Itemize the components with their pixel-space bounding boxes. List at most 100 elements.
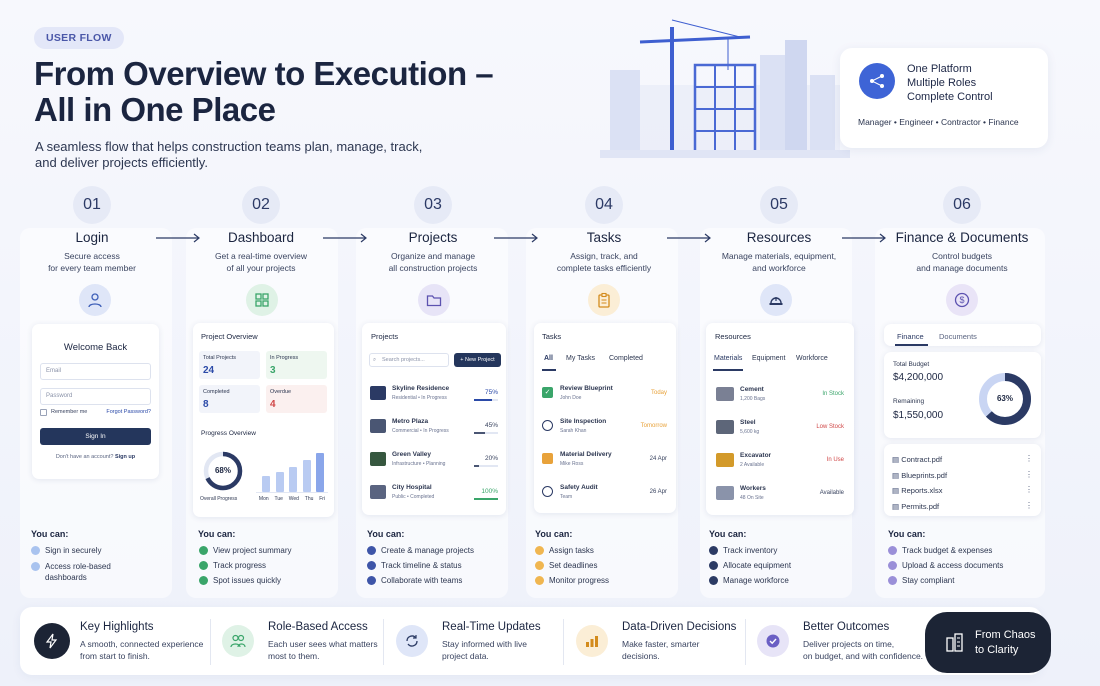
step-desc-projects: Organize and manage all construction proj… — [388, 251, 478, 273]
stat-total: Total Projects 24 — [199, 351, 260, 379]
step-number-4: 04 — [585, 186, 623, 224]
check-icon — [709, 561, 718, 570]
building-icon — [370, 419, 386, 433]
password-field[interactable]: Password — [40, 388, 151, 405]
forgot-password-link[interactable]: Forgot Password? — [106, 409, 151, 415]
task-row[interactable]: Safety Audit Team 26 Apr — [534, 479, 676, 507]
buildings-icon — [946, 633, 963, 652]
document-icon: ▤ — [892, 501, 900, 511]
check-icon — [535, 546, 544, 555]
stat-overdue: Overdue 4 — [266, 385, 327, 413]
bullet-item: Access role-based dashboards — [31, 561, 135, 583]
tab-completed[interactable]: Completed — [609, 355, 643, 362]
check-icon — [888, 576, 897, 585]
task-row[interactable]: Material Delivery Mike Ross 24 Apr — [534, 446, 676, 474]
check-icon — [535, 576, 544, 585]
from-chaos-to-clarity-button[interactable]: From Chaos to Clarity — [925, 612, 1051, 673]
check-icon — [199, 546, 208, 555]
clipboard-icon — [588, 284, 620, 316]
more-options-icon[interactable]: ⋮ — [1025, 467, 1033, 483]
more-options-icon[interactable]: ⋮ — [1025, 498, 1033, 514]
tab-all[interactable]: All — [544, 355, 553, 362]
construction-crane-illustration — [600, 19, 850, 158]
bullet-item: Allocate equipment — [709, 560, 791, 571]
login-card: Welcome Back Email Password Remember me … — [32, 324, 159, 479]
platform-card: One Platform Multiple Roles Complete Con… — [840, 48, 1048, 148]
check-icon — [367, 546, 376, 555]
finance-tabs-card: Finance Documents — [884, 324, 1041, 346]
remember-checkbox[interactable] — [40, 409, 47, 416]
bullet-item: Create & manage projects — [367, 545, 474, 556]
check-icon — [709, 546, 718, 555]
task-row[interactable]: Site Inspection Sarah Khan Tomorrow — [534, 413, 676, 441]
highlight-key: Key Highlights A smooth, connected exper… — [34, 621, 214, 663]
document-item[interactable]: ▤ Permits.pdf — [892, 499, 947, 515]
document-icon: ▤ — [892, 470, 900, 480]
project-row[interactable]: City Hospital Public • Completed 100% — [362, 479, 506, 507]
tasks-title: Tasks — [542, 332, 562, 341]
document-icon: ▤ — [892, 455, 900, 464]
building-icon — [370, 452, 386, 466]
tab-my-tasks[interactable]: My Tasks — [566, 355, 595, 362]
new-project-button[interactable]: + New Project — [454, 353, 501, 367]
check-icon — [709, 576, 718, 585]
login-title: Welcome Back — [63, 342, 128, 353]
excavator-icon — [716, 453, 734, 467]
stat-in-progress: In Progress 3 — [266, 351, 327, 379]
users-icon — [222, 625, 254, 657]
sign-in-button[interactable]: Sign In — [40, 428, 151, 445]
bullet-item: View project summary — [199, 545, 292, 556]
task-row[interactable]: ✓ Review Blueprint John Doe Today — [534, 380, 676, 408]
tasks-card: Tasks All My Tasks Completed ✓ Review Blu… — [534, 323, 676, 513]
arrow-right-icon — [842, 233, 886, 243]
more-options-icon[interactable]: ⋮ — [1025, 482, 1033, 498]
resource-row[interactable]: Cement 1,200 Bags In Stock — [706, 381, 854, 409]
check-icon — [367, 561, 376, 570]
project-row[interactable]: Green Valley Infrastructure • Planning 20% — [362, 446, 506, 474]
resource-row[interactable]: Steel 5,600 kg Low Stock — [706, 414, 854, 442]
step-desc-resources: Manage materials, equipment, and workforc… — [721, 251, 837, 273]
document-item[interactable]: ▤ Blueprints.pdf — [892, 468, 947, 484]
check-icon — [31, 546, 40, 555]
weekday-labels: Mon Tue Wed Thu Fri — [258, 496, 326, 502]
more-options-icon[interactable]: ⋮ — [1025, 451, 1033, 467]
you-can-label: You can: — [888, 529, 926, 539]
tab-finance[interactable]: Finance — [897, 332, 924, 341]
highlight-real-time: Real-Time Updates Stay informed with liv… — [396, 621, 566, 663]
hard-hat-icon — [760, 284, 792, 316]
tab-equipment[interactable]: Equipment — [752, 355, 785, 362]
bullet-item: Stay compliant — [888, 575, 954, 586]
network-icon — [859, 63, 895, 99]
workers-icon — [716, 486, 734, 500]
active-tab-indicator — [542, 369, 556, 371]
document-item[interactable]: ▤ Contract.pdf — [892, 452, 947, 468]
check-icon — [888, 561, 897, 570]
documents-card: ▤ Contract.pdf ▤ Blueprints.pdf ▤ Report… — [884, 444, 1041, 516]
check-icon — [31, 562, 40, 571]
resource-row[interactable]: Excavator 2 Available In Use — [706, 447, 854, 475]
email-field[interactable]: Email — [40, 363, 151, 380]
highlight-outcomes: Better Outcomes Deliver projects on time… — [757, 621, 927, 663]
user-flow-tag: USER FLOW — [34, 27, 124, 49]
step-name-finance: Finance & Documents — [895, 230, 1029, 245]
sign-up-link[interactable]: Sign up — [115, 454, 135, 460]
arrow-right-icon — [667, 233, 711, 243]
arrow-right-icon — [494, 233, 538, 243]
grid-icon — [246, 284, 278, 316]
bar-chart-icon — [576, 625, 608, 657]
resource-row[interactable]: Workers 48 On Site Available — [706, 480, 854, 508]
project-row[interactable]: Metro Plaza Commercial • In Progress 45% — [362, 413, 506, 441]
projects-card: Projects ⌕ Search projects... + New Proje… — [362, 323, 506, 515]
dollar-icon: $ — [946, 284, 978, 316]
truck-icon — [542, 453, 553, 464]
project-row[interactable]: Skyline Residence Residential • In Progre… — [362, 380, 506, 408]
step-number-1: 01 — [73, 186, 111, 224]
weekly-bar — [289, 466, 297, 492]
step-desc-dashboard: Get a real-time overview of all your proj… — [214, 251, 308, 273]
tab-materials[interactable]: Materials — [714, 355, 742, 362]
document-item[interactable]: ▤ Reports.xlsx — [892, 483, 947, 499]
search-projects-input[interactable]: ⌕ Search projects... — [369, 353, 449, 367]
tab-documents[interactable]: Documents — [939, 332, 977, 341]
tab-workforce[interactable]: Workforce — [796, 355, 828, 362]
bullet-item: Assign tasks — [535, 545, 594, 556]
